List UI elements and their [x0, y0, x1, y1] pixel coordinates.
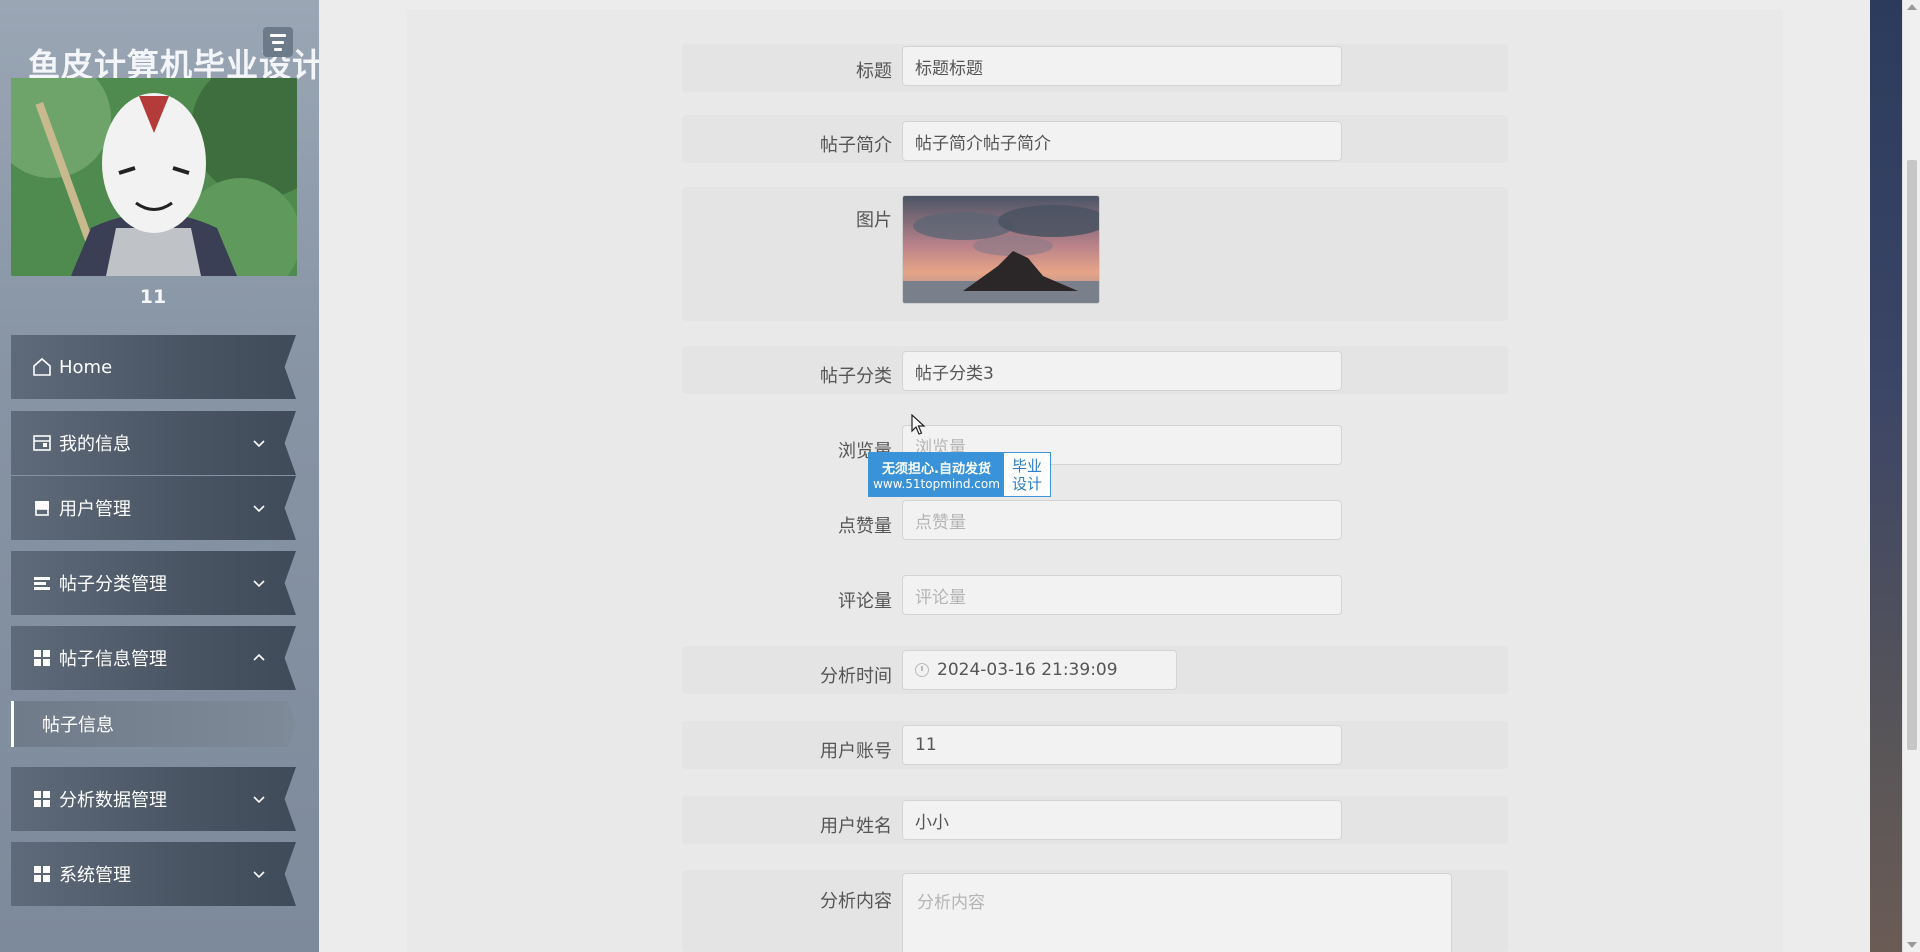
home-icon: [31, 356, 53, 378]
summary-input[interactable]: 帖子简介帖子简介: [902, 121, 1342, 161]
likes-input[interactable]: 点赞量: [902, 500, 1342, 540]
chevron-up-icon: [253, 653, 265, 661]
clock-icon: [915, 663, 929, 677]
chevron-down-icon: [253, 796, 265, 804]
sidebar-item-label: 用户管理: [59, 499, 131, 520]
analysis-time-label: 分析时间: [820, 666, 892, 687]
chevron-down-icon: [253, 505, 265, 513]
watermark-left: 无须担心.自动发货 www.51topmind.com: [869, 453, 1004, 496]
sidebar-item-home[interactable]: Home: [11, 335, 296, 399]
category-input[interactable]: 帖子分类3: [902, 351, 1342, 391]
watermark-right-line2: 设计: [1011, 474, 1042, 493]
sidebar-item-system-management[interactable]: 系统管理: [11, 842, 296, 906]
sidebar-item-user-management[interactable]: 用户管理: [11, 476, 296, 540]
background-edge: [1870, 0, 1902, 952]
chevron-down-icon: [253, 580, 265, 588]
picture-image: [903, 196, 1099, 303]
avatar: [11, 78, 297, 276]
title-label: 标题: [856, 61, 892, 82]
sidebar-item-analysis-management[interactable]: 分析数据管理: [11, 767, 296, 831]
account-label: 用户账号: [820, 741, 892, 762]
watermark-line2: www.51topmind.com: [873, 477, 1000, 491]
analysis-time-value: 2024-03-16 21:39:09: [937, 660, 1118, 680]
views-label: 浏览量: [838, 441, 892, 462]
avatar-image: [11, 78, 297, 276]
id-card-icon: [31, 432, 53, 454]
sidebar-item-label: Home: [59, 356, 113, 378]
sidebar-item-post-management[interactable]: 帖子信息管理: [11, 626, 296, 690]
shop-icon: [31, 497, 53, 519]
likes-label: 点赞量: [838, 516, 892, 537]
scrollbar-thumb[interactable]: [1907, 160, 1917, 750]
account-input[interactable]: 11: [902, 725, 1342, 765]
analysis-time-picker[interactable]: 2024-03-16 21:39:09: [902, 650, 1177, 690]
comments-label: 评论量: [838, 591, 892, 612]
title-input[interactable]: 标题标题: [902, 46, 1342, 86]
user-name-input[interactable]: 小小: [902, 800, 1342, 840]
user-name-label: 用户姓名: [820, 816, 892, 837]
grid-icon: [31, 647, 53, 669]
summary-label: 帖子简介: [820, 135, 892, 156]
scroll-up-icon[interactable]: [1907, 4, 1917, 10]
menu-collapse-icon[interactable]: [263, 27, 293, 57]
username: 11: [139, 286, 167, 308]
list-icon: [31, 572, 53, 594]
chevron-down-icon: [253, 440, 265, 448]
analysis-content-label: 分析内容: [820, 891, 892, 912]
grid-icon: [31, 863, 53, 885]
sidebar-item-label: 系统管理: [59, 865, 131, 886]
sidebar-subitem-post-info[interactable]: 帖子信息: [11, 701, 296, 747]
sidebar-item-my-info[interactable]: 我的信息: [11, 411, 296, 475]
grid-icon: [31, 788, 53, 810]
watermark-right-line1: 毕业: [1011, 456, 1042, 475]
sidebar-item-label: 分析数据管理: [59, 790, 167, 811]
mouse-cursor-icon: [911, 414, 926, 435]
sidebar: 鱼皮计算机毕业设计 11 Home 我的信息 用户管理 帖子分类管理 帖子信息管…: [0, 0, 319, 952]
page-scrollbar[interactable]: [1902, 0, 1920, 952]
sidebar-item-category-management[interactable]: 帖子分类管理: [11, 551, 296, 615]
watermark-line1: 无须担心.自动发货: [882, 462, 991, 477]
watermark-badge: 无须担心.自动发货 www.51topmind.com 毕业 设计: [868, 452, 1051, 497]
sidebar-item-label: 我的信息: [59, 434, 131, 455]
sidebar-item-label: 帖子信息管理: [59, 649, 167, 670]
analysis-content-textarea[interactable]: 分析内容: [902, 873, 1452, 952]
post-picture[interactable]: [902, 195, 1100, 304]
chevron-down-icon: [253, 871, 265, 879]
sidebar-subitem-label: 帖子信息: [42, 715, 114, 736]
category-label: 帖子分类: [820, 366, 892, 387]
scroll-down-icon[interactable]: [1907, 942, 1917, 948]
comments-input[interactable]: 评论量: [902, 575, 1342, 615]
watermark-right: 毕业 设计: [1004, 453, 1050, 496]
picture-label: 图片: [856, 210, 892, 231]
sidebar-item-label: 帖子分类管理: [59, 574, 167, 595]
